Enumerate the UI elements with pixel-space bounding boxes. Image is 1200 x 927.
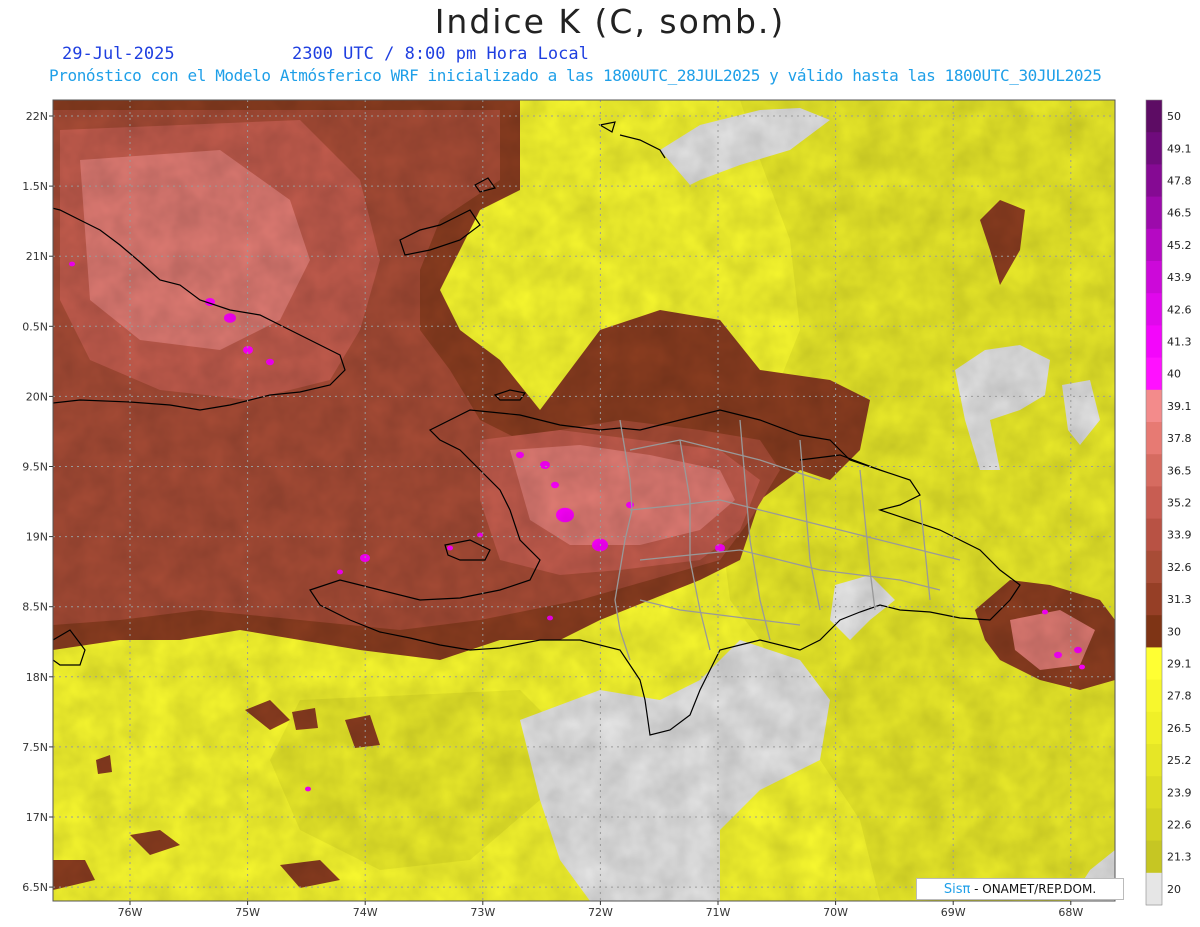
lat-label: 7.5N <box>22 741 48 754</box>
colorbar-swatch <box>1146 196 1162 230</box>
colorbar-swatch <box>1146 100 1162 133</box>
colorbar-swatch <box>1146 583 1162 616</box>
lat-label: 8.5N <box>22 601 48 614</box>
lon-label: 76W <box>118 906 143 919</box>
colorbar-swatch <box>1146 325 1162 359</box>
colorbar-swatch <box>1146 550 1162 584</box>
lat-label: 20N <box>26 390 48 403</box>
colorbar-label: 23.9 <box>1167 786 1192 799</box>
forecast-map: 22N 1.5N 21N 0.5N 20N 9.5N 19N 8.5N 18N 7.5N 17N 6.… <box>22 99 1192 919</box>
lat-label: 22N <box>26 110 48 123</box>
lon-label: 71W <box>706 906 731 919</box>
colorbar-label: 47.8 <box>1167 175 1192 188</box>
colorbar-label: 26.5 <box>1167 722 1192 735</box>
colorbar-swatch <box>1146 132 1162 165</box>
colorbar-label: 31.3 <box>1167 593 1192 606</box>
colorbar-swatch <box>1146 840 1162 874</box>
colorbar-swatch <box>1146 808 1162 842</box>
credit-box: Sisπ - ONAMET/REP.DOM. <box>916 878 1124 900</box>
k-index-field <box>53 100 1115 901</box>
coast-cuba-south <box>53 657 54 660</box>
longitude-labels: 76W 75W 74W 73W 72W 71W 70W 69W 68W <box>118 901 1083 919</box>
colorbar-swatch <box>1146 389 1162 423</box>
colorbar-swatch <box>1146 711 1162 745</box>
colorbar-label: 35.2 <box>1167 497 1192 510</box>
colorbar-label: 42.6 <box>1167 303 1192 316</box>
colorbar-swatch <box>1146 357 1162 391</box>
colorbar-swatch <box>1146 261 1162 294</box>
lon-label: 69W <box>941 906 966 919</box>
lon-label: 68W <box>1058 906 1083 919</box>
colorbar-label: 40 <box>1167 368 1181 381</box>
colorbar-label: 32.6 <box>1167 561 1192 574</box>
colorbar-swatch <box>1146 486 1162 520</box>
colorbar-label: 36.5 <box>1167 464 1192 477</box>
colorbar-label: 37.8 <box>1167 432 1192 445</box>
colorbar-swatch <box>1146 615 1162 648</box>
latitude-labels: 22N 1.5N 21N 0.5N 20N 9.5N 19N 8.5N 18N 7.5N 17N 6.… <box>22 110 53 894</box>
colorbar-label: 22.6 <box>1167 819 1192 832</box>
colorbar-label: 46.5 <box>1167 207 1192 220</box>
lat-label: 19N <box>26 531 48 544</box>
lat-label: 1.5N <box>22 180 48 193</box>
colorbar-label: 21.3 <box>1167 851 1192 864</box>
colorbar-swatch <box>1146 422 1162 455</box>
colorbar-swatch <box>1146 647 1162 681</box>
lon-label: 75W <box>235 906 260 919</box>
colorbar-swatch <box>1146 293 1162 326</box>
lat-label: 0.5N <box>22 320 48 333</box>
lat-label: 21N <box>26 250 48 263</box>
field-texture <box>53 100 1115 901</box>
colorbar-swatch <box>1146 872 1162 906</box>
lon-label: 73W <box>470 906 495 919</box>
colorbar-swatch <box>1146 518 1162 552</box>
colorbar-label: 45.2 <box>1167 239 1192 252</box>
colorbar-swatch <box>1146 228 1162 262</box>
colorbar-label: 27.8 <box>1167 690 1192 703</box>
lat-label: 17N <box>26 811 48 824</box>
colorbar-swatch <box>1146 776 1162 809</box>
lat-label: 9.5N <box>22 461 48 474</box>
credit-text: - ONAMET/REP.DOM. <box>970 882 1097 896</box>
colorbar-label: 39.1 <box>1167 400 1192 413</box>
colorbar-label: 29.1 <box>1167 658 1192 671</box>
colorbar-label: 50 <box>1167 110 1181 123</box>
colorbar-swatch <box>1146 164 1162 198</box>
colorbar-label: 33.9 <box>1167 529 1192 542</box>
colorbar-label: 49.1 <box>1167 142 1192 155</box>
credit-brand: Sisπ <box>943 882 971 897</box>
lat-label: 18N <box>26 671 48 684</box>
colorbar-swatch <box>1146 744 1162 777</box>
lon-label: 74W <box>353 906 378 919</box>
lon-label: 70W <box>823 906 848 919</box>
colorbar-swatch <box>1146 454 1162 487</box>
lat-label: 6.5N <box>22 881 48 894</box>
colorbar-swatch <box>1146 679 1162 713</box>
lon-label: 72W <box>588 906 613 919</box>
colorbar-label: 25.2 <box>1167 754 1192 767</box>
colorbar-label: 30 <box>1167 625 1181 638</box>
colorbar-label: 41.3 <box>1167 336 1192 349</box>
colorbar-label: 20 <box>1167 883 1181 896</box>
colorbar: 50 49.1 47.8 46.5 45.2 43.9 42.6 41.3 40 39.1 37.8… <box>1145 99 1192 906</box>
colorbar-label: 43.9 <box>1167 271 1192 284</box>
